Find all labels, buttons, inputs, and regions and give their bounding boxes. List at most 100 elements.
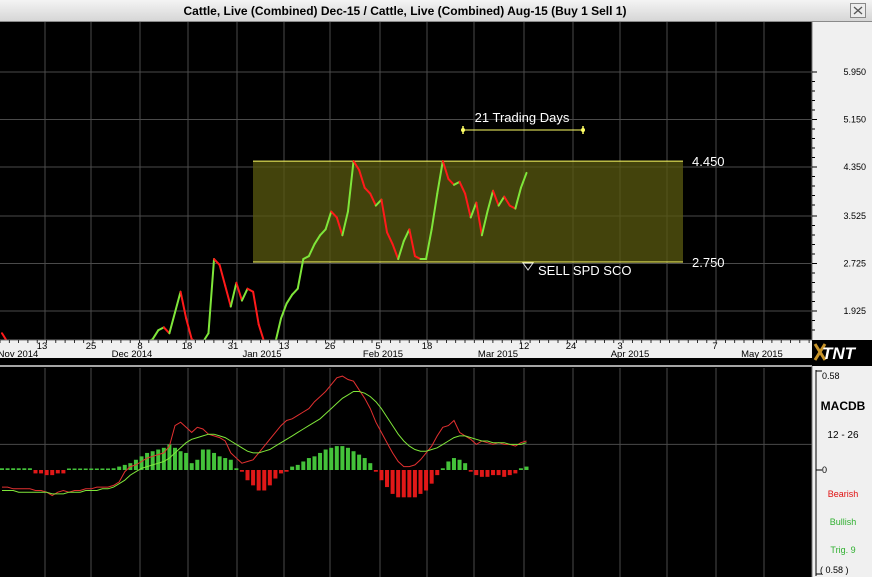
window-title: Cattle, Live (Combined) Dec-15 / Cattle,… xyxy=(183,4,627,18)
histogram-bar xyxy=(239,470,244,472)
macd-zero-tick: 0 xyxy=(822,465,827,475)
histogram-bar xyxy=(502,470,507,477)
range-box xyxy=(253,161,683,263)
histogram-bar xyxy=(312,456,317,470)
histogram-bar xyxy=(156,449,161,470)
histogram-bar xyxy=(273,470,278,479)
histogram-bar xyxy=(39,470,44,474)
date-tick-label: 8 xyxy=(137,341,142,352)
histogram-bar xyxy=(323,449,328,470)
histogram-bar xyxy=(290,466,295,470)
histogram-bar xyxy=(184,452,189,470)
histogram-bar xyxy=(50,470,55,476)
histogram-bar xyxy=(279,470,283,474)
histogram-bar xyxy=(89,468,94,470)
histogram-bar xyxy=(306,458,311,470)
macd-title: MACDB xyxy=(821,399,866,413)
histogram-bar xyxy=(295,464,300,470)
macd-min-tick: ( 0.58 ) xyxy=(820,565,849,575)
histogram-bar xyxy=(284,470,289,472)
histogram-bar xyxy=(83,468,88,470)
histogram-bar xyxy=(117,466,122,470)
histogram-bar xyxy=(22,468,27,470)
histogram-bar xyxy=(251,470,256,486)
sell-signal-label: SELL SPD SCO xyxy=(538,263,631,278)
histogram-bar xyxy=(518,468,523,470)
date-tick-label: 12 xyxy=(519,341,530,352)
histogram-bar xyxy=(245,470,250,481)
macd-histogram xyxy=(0,444,529,498)
histogram-bar xyxy=(340,446,345,470)
histogram-bar xyxy=(11,468,16,470)
histogram-bar xyxy=(329,447,334,470)
histogram-bar xyxy=(217,456,222,470)
date-tick-label: 13 xyxy=(37,341,48,352)
histogram-bar xyxy=(94,468,99,470)
histogram-bar xyxy=(106,468,111,470)
histogram-bar xyxy=(200,449,205,470)
histogram-bar xyxy=(334,446,339,470)
histogram-bar xyxy=(401,470,406,498)
histogram-bar xyxy=(111,468,116,470)
range-high-label: 4.450 xyxy=(692,154,725,169)
histogram-bar xyxy=(55,470,60,474)
histogram-bar xyxy=(424,470,429,491)
price-tick-label: 5.950 xyxy=(843,67,866,77)
price-tick-label: 5.150 xyxy=(843,115,866,125)
close-button[interactable] xyxy=(850,3,866,18)
date-tick-label: 18 xyxy=(422,341,433,352)
histogram-bar xyxy=(385,470,390,488)
histogram-bar xyxy=(390,470,395,494)
histogram-bar xyxy=(189,463,194,470)
histogram-bar xyxy=(178,451,183,470)
histogram-bar xyxy=(61,470,66,474)
histogram-bar xyxy=(357,454,362,470)
histogram-bar xyxy=(33,470,38,474)
histogram-bar xyxy=(44,470,49,476)
histogram-bar xyxy=(429,470,434,484)
title-bar: Cattle, Live (Combined) Dec-15 / Cattle,… xyxy=(0,0,872,22)
histogram-bar xyxy=(507,470,512,476)
histogram-bar xyxy=(491,470,496,476)
histogram-bar xyxy=(5,468,10,470)
histogram-bar xyxy=(457,459,462,470)
histogram-bar xyxy=(234,468,239,470)
histogram-bar xyxy=(267,470,272,486)
histogram-bar xyxy=(368,463,373,470)
histogram-bar xyxy=(100,468,105,470)
histogram-bar xyxy=(362,458,367,470)
trading-days-label: 21 Trading Days xyxy=(475,110,570,125)
histogram-bar xyxy=(468,470,473,472)
date-tick-label: 26 xyxy=(325,341,336,352)
date-tick-label: 13 xyxy=(279,341,290,352)
histogram-bar xyxy=(446,461,451,470)
legend-bearish: Bearish xyxy=(828,489,859,499)
range-low-label: 2.750 xyxy=(692,255,725,270)
histogram-bar xyxy=(379,470,384,481)
histogram-bar xyxy=(256,470,261,491)
logo-text: TNT xyxy=(822,344,857,363)
histogram-bar xyxy=(396,470,401,498)
date-tick-label: 18 xyxy=(182,341,193,352)
date-tick-label: 31 xyxy=(228,341,239,352)
macd-max-tick: 0.58 xyxy=(822,371,840,381)
date-tick-label: 7 xyxy=(712,341,717,352)
histogram-bar xyxy=(195,459,200,470)
price-tick-label: 4.350 xyxy=(843,162,866,172)
close-icon xyxy=(853,6,863,15)
histogram-bar xyxy=(301,461,306,470)
date-tick-label: 24 xyxy=(566,341,577,352)
price-tick-label: 1.925 xyxy=(843,306,866,316)
legend-bullish: Bullish xyxy=(830,517,857,527)
histogram-bar xyxy=(228,459,233,470)
histogram-bar xyxy=(407,470,412,498)
histogram-bar xyxy=(496,470,501,476)
date-tick-label: 25 xyxy=(86,341,97,352)
histogram-bar xyxy=(440,468,445,470)
histogram-bar xyxy=(78,468,83,470)
histogram-bar xyxy=(345,447,350,470)
histogram-bar xyxy=(463,463,468,470)
histogram-bar xyxy=(451,458,456,470)
histogram-bar xyxy=(412,470,417,498)
histogram-bar xyxy=(351,451,356,470)
